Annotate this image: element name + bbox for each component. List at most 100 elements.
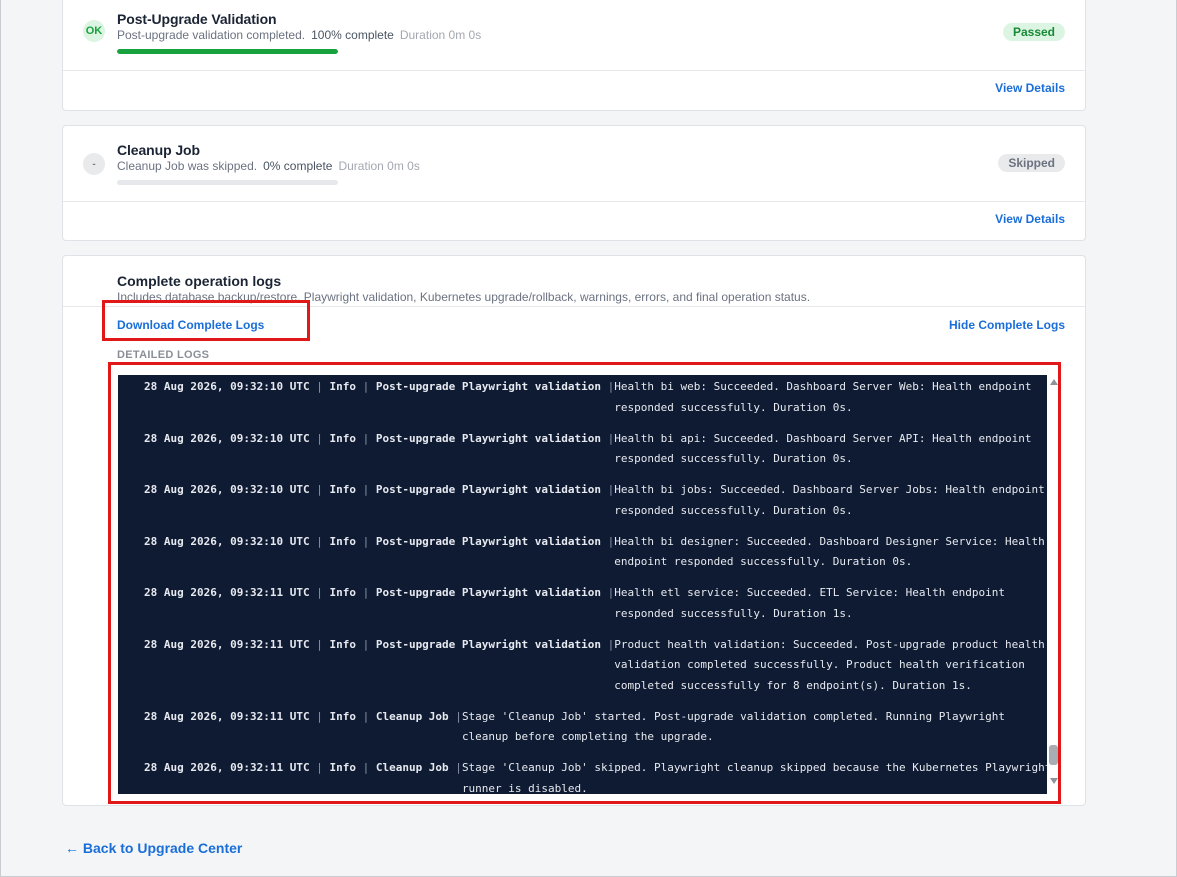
log-entry-header: 28 Aug 2026, 09:32:11 UTC | Info | Post-… <box>144 583 614 604</box>
log-terminal[interactable]: 28 Aug 2026, 09:32:10 UTC | Info | Post-… <box>118 375 1047 794</box>
log-message-line: Stage 'Cleanup Job' skipped. Playwright … <box>461 761 1047 774</box>
log-stage: Cleanup Job <box>375 761 449 774</box>
log-message-line: Product health validation: Succeeded. Po… <box>614 637 1045 651</box>
log-stage: Post-upgrade Playwright validation <box>375 586 601 599</box>
log-stage: Post-upgrade Playwright validation <box>375 483 601 496</box>
stage-progress-bar <box>117 49 338 54</box>
log-message-line: runner is disabled. <box>461 781 588 795</box>
log-entry-header: 28 Aug 2026, 09:32:10 UTC | Info | Post-… <box>144 377 614 398</box>
logs-description: Includes database backup/restore, Playwr… <box>117 290 811 304</box>
log-separator: | <box>601 586 615 599</box>
stage-title: Post-Upgrade Validation <box>117 11 277 27</box>
stage-status-ok-icon: OK <box>83 20 105 42</box>
stage-subtitle: Cleanup Job was skipped. 0% complete Durat… <box>117 159 420 173</box>
log-message-line: responded successfully. Duration 0s. <box>614 452 853 465</box>
logs-divider <box>63 306 1085 307</box>
log-separator: | <box>309 431 330 445</box>
log-message-line: responded successfully. Duration 0s. <box>614 400 853 414</box>
stage-progress-fill <box>117 49 338 54</box>
log-separator: | <box>601 637 615 651</box>
log-level: Info <box>329 586 356 599</box>
stage-duration: Duration 0m 0s <box>338 159 420 173</box>
stage-divider <box>63 70 1085 71</box>
log-message-line: Health bi api: Succeeded. Dashboard Serv… <box>614 431 1032 445</box>
status-badge: Skipped <box>998 154 1065 172</box>
log-entry-header: 28 Aug 2026, 09:32:10 UTC | Info | Post-… <box>144 429 614 450</box>
log-message: Health bi web: Succeeded. Dashboard Serv… <box>614 377 1031 418</box>
log-separator: | <box>601 534 615 548</box>
log-timestamp: 28 Aug 2026, 09:32:11 UTC <box>144 761 310 774</box>
hide-complete-logs-button[interactable]: Hide Complete Logs <box>949 318 1065 332</box>
log-level: Info <box>329 761 356 774</box>
log-timestamp: 28 Aug 2026, 09:32:10 UTC <box>144 483 310 496</box>
log-entry-header: 28 Aug 2026, 09:32:11 UTC | Info | Clean… <box>144 758 462 779</box>
log-level: Info <box>329 709 356 723</box>
stage-title: Cleanup Job <box>117 142 200 158</box>
log-separator: | <box>309 709 330 723</box>
log-level: Info <box>329 431 356 445</box>
log-entry-header: 28 Aug 2026, 09:32:10 UTC | Info | Post-… <box>144 480 614 501</box>
log-timestamp: 28 Aug 2026, 09:32:10 UTC <box>144 380 310 393</box>
log-separator: | <box>355 586 376 599</box>
log-level: Info <box>329 534 356 548</box>
scroll-up-arrow-icon[interactable] <box>1050 379 1058 385</box>
log-message: Stage 'Cleanup Job' started. Post-upgrad… <box>462 707 1005 748</box>
log-separator: | <box>309 586 330 599</box>
stage-duration: Duration 0m 0s <box>399 28 482 42</box>
log-message-line: Stage 'Cleanup Job' started. Post-upgrad… <box>461 709 1005 723</box>
log-separator: | <box>601 380 615 393</box>
log-message-line: endpoint responded successfully. Duratio… <box>614 555 913 568</box>
log-message-line: Health bi designer: Succeeded. Dashboard… <box>614 534 1045 548</box>
stage-subtitle: Post-upgrade validation completed. 100% c… <box>117 28 481 42</box>
logs-title: Complete operation logs <box>117 273 282 289</box>
stage-message: Post-upgrade validation completed. <box>117 28 306 42</box>
log-message-line: responded successfully. Duration 0s. <box>614 503 853 517</box>
detailed-logs-label: DETAILED LOGS <box>117 349 210 361</box>
complete-logs-card: Complete operation logs Includes databas… <box>62 255 1086 806</box>
status-badge: Passed <box>1002 23 1065 41</box>
view-details-link[interactable]: View Details <box>995 81 1065 95</box>
download-complete-logs-button[interactable]: Download Complete Logs <box>117 318 264 332</box>
stage-status-skipped-icon: - <box>83 153 105 175</box>
log-separator: | <box>355 483 376 496</box>
stage-message: Cleanup Job was skipped. <box>117 159 258 173</box>
stage-card-post-upgrade-validation: OK Post-Upgrade Validation Post-upgrade … <box>62 0 1086 111</box>
log-message-line: Health bi jobs: Succeeded. Dashboard Ser… <box>614 483 1045 496</box>
log-message: Stage 'Cleanup Job' skipped. Playwright … <box>462 758 1047 794</box>
log-timestamp: 28 Aug 2026, 09:32:10 UTC <box>144 431 310 445</box>
log-stage: Post-upgrade Playwright validation <box>375 534 601 548</box>
log-separator: | <box>355 761 376 774</box>
log-separator: | <box>309 637 330 651</box>
log-message-line: validation completed successfully. Produ… <box>614 658 1025 671</box>
log-message-line: Health etl service: Succeeded. ETL Servi… <box>614 586 1005 599</box>
log-separator: | <box>309 380 330 393</box>
stage-percent: 100% complete <box>311 28 394 42</box>
log-separator: | <box>448 709 462 723</box>
log-message-line: responded successfully. Duration 1s. <box>614 606 853 620</box>
scrollbar-thumb[interactable] <box>1049 745 1058 765</box>
log-separator: | <box>355 380 376 393</box>
log-timestamp: 28 Aug 2026, 09:32:11 UTC <box>144 586 310 599</box>
log-separator: | <box>309 483 330 496</box>
stage-divider <box>63 201 1085 202</box>
log-separator: | <box>448 761 462 774</box>
log-stage: Post-upgrade Playwright validation <box>375 637 601 651</box>
log-message: Health bi jobs: Succeeded. Dashboard Ser… <box>614 480 1044 521</box>
log-timestamp: 28 Aug 2026, 09:32:10 UTC <box>144 534 310 548</box>
log-scrollbar[interactable] <box>1049 375 1059 794</box>
view-details-link[interactable]: View Details <box>995 212 1065 226</box>
log-timestamp: 28 Aug 2026, 09:32:11 UTC <box>144 709 310 723</box>
log-timestamp: 28 Aug 2026, 09:32:11 UTC <box>144 637 310 651</box>
stage-progress-bar <box>117 180 338 185</box>
log-separator: | <box>355 534 376 548</box>
log-entry-header: 28 Aug 2026, 09:32:11 UTC | Info | Clean… <box>144 707 462 728</box>
log-message-line: completed successfully for 8 endpoint(s)… <box>614 678 972 692</box>
log-level: Info <box>329 483 356 496</box>
log-entry-header: 28 Aug 2026, 09:32:11 UTC | Info | Post-… <box>144 635 614 656</box>
scroll-down-arrow-icon[interactable] <box>1050 778 1058 784</box>
log-separator: | <box>355 431 376 445</box>
log-message: Health etl service: Succeeded. ETL Servi… <box>614 583 1005 624</box>
log-level: Info <box>329 637 356 651</box>
back-to-upgrade-center-link[interactable]: ← Back to Upgrade Center <box>65 840 242 856</box>
log-message-line: Health bi web: Succeeded. Dashboard Serv… <box>614 380 1032 393</box>
